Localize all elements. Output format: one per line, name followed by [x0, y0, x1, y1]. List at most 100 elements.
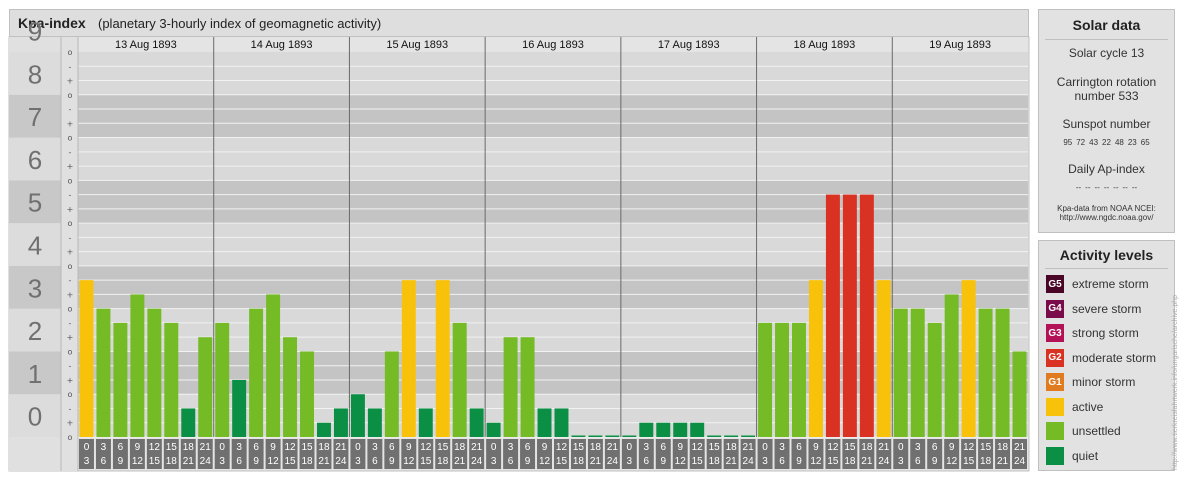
y-minor-mark: + [67, 376, 74, 385]
interval-start-label: 15 [709, 442, 721, 453]
interval-start-label: 15 [166, 442, 178, 453]
interval-start-label: 18 [183, 442, 195, 453]
interval-start-label: 3 [101, 442, 107, 453]
interval-start-label: 12 [556, 442, 568, 453]
interval-start-label: 18 [590, 442, 602, 453]
interval-end-label: 24 [743, 456, 755, 467]
interval-start-label: 12 [963, 442, 975, 453]
level-label: active [1072, 399, 1104, 414]
interval-end-label: 15 [827, 456, 839, 467]
kp-bar [486, 422, 501, 437]
interval-end-label: 18 [709, 456, 721, 467]
day-label-6: 18 Aug 1893 [794, 39, 856, 51]
interval-start-label: 3 [372, 442, 378, 453]
kp-bar [401, 280, 416, 437]
interval-end-label: 12 [539, 456, 551, 467]
interval-end-label: 3 [627, 456, 633, 467]
kp-bar [96, 308, 111, 437]
kp-bar [232, 379, 247, 437]
y-minor-mark: + [67, 205, 74, 214]
y-minor-mark: - [69, 191, 72, 200]
y-minor-mark: o [68, 305, 73, 314]
kp-bar [435, 280, 450, 437]
level-strong-storm: G3 strong storm [1046, 323, 1139, 343]
interval-end-label: 12 [132, 456, 144, 467]
sunspot-value-7: 65 [1140, 138, 1150, 147]
interval-start-label: 0 [898, 442, 904, 453]
kp-bar [927, 322, 942, 437]
interval-end-label: 6 [915, 456, 921, 467]
interval-end-label: 6 [236, 456, 242, 467]
kp-bar [656, 422, 671, 437]
y-minor-mark: o [68, 347, 73, 356]
ap-value-7: -- [1131, 183, 1138, 192]
kp-bar [503, 337, 518, 437]
y-minor-mark: - [69, 62, 72, 71]
kp-bar [622, 435, 637, 437]
interval-start-label: 12 [692, 442, 704, 453]
kp-bar [198, 337, 213, 437]
activity-levels-divider [1045, 268, 1168, 269]
sunspot-number-values: 95 72 43 22 48 23 65 [1039, 138, 1174, 147]
interval-start-label: 21 [743, 442, 755, 453]
y-tick-label-0: 0 [28, 402, 42, 432]
interval-start-label: 12 [827, 442, 839, 453]
interval-end-label: 24 [200, 456, 212, 467]
interval-start-label: 6 [253, 442, 259, 453]
level-active: active [1046, 397, 1103, 417]
kp-bar [283, 337, 298, 437]
watermark-url: http://www.tierkreisfahrtwerk.info/ungar… [1172, 294, 1179, 470]
interval-start-label: 15 [844, 442, 856, 453]
interval-end-label: 21 [997, 456, 1009, 467]
interval-start-label: 6 [660, 442, 666, 453]
kp-bar [79, 280, 94, 437]
interval-end-label: 15 [692, 456, 704, 467]
level-quiet: quiet [1046, 446, 1098, 466]
interval-start-label: 18 [454, 442, 466, 453]
interval-start-label: 21 [335, 442, 347, 453]
sunspot-value-6: 23 [1127, 138, 1137, 147]
interval-end-label: 6 [372, 456, 378, 467]
kp-bar [859, 194, 874, 437]
kp-bar [673, 422, 688, 437]
kp-bar [554, 408, 569, 437]
interval-end-label: 9 [525, 456, 531, 467]
kp-bar [588, 435, 603, 437]
kp-bar [333, 408, 348, 437]
kp-bar [690, 422, 705, 437]
interval-start-label: 6 [932, 442, 938, 453]
y-minor-mark: - [69, 319, 72, 328]
kp-bar [792, 322, 806, 437]
interval-start-label: 9 [135, 442, 141, 453]
interval-end-label: 15 [420, 456, 432, 467]
interval-end-label: 9 [796, 456, 802, 467]
kp-bar [266, 294, 281, 437]
interval-start-label: 15 [437, 442, 449, 453]
y-tick-label-7: 7 [28, 102, 42, 132]
level-label: unsettled [1072, 424, 1121, 438]
y-tick-label-8: 8 [28, 59, 42, 89]
level-label: strong storm [1072, 326, 1139, 340]
sunspot-value-4: 22 [1102, 138, 1111, 147]
interval-end-label: 18 [573, 456, 585, 467]
level-extreme-storm: G5 extreme storm [1046, 274, 1149, 294]
y-minor-mark: + [67, 248, 74, 257]
solar-cycle-label: Solar cycle 13 [1068, 46, 1145, 60]
ap-value-2: -- [1085, 183, 1091, 192]
interval-end-label: 9 [389, 456, 395, 467]
carrington-rotation-label: Carrington rotation [1056, 75, 1157, 89]
interval-end-label: 6 [508, 456, 514, 467]
level-swatch: G5 [1046, 275, 1064, 293]
interval-start-label: 15 [573, 442, 585, 453]
y-tick-label-5: 5 [28, 188, 42, 218]
interval-start-label: 6 [525, 442, 531, 453]
y-minor-mark: o [68, 91, 73, 100]
interval-end-label: 9 [660, 456, 666, 467]
y-tick-label-1: 1 [28, 359, 42, 389]
kp-bar [384, 351, 399, 437]
level-label: extreme storm [1072, 277, 1149, 291]
interval-end-label: 3 [491, 456, 497, 467]
interval-end-label: 24 [878, 456, 890, 467]
kp-bar [775, 322, 789, 437]
interval-start-label: 6 [118, 442, 124, 453]
